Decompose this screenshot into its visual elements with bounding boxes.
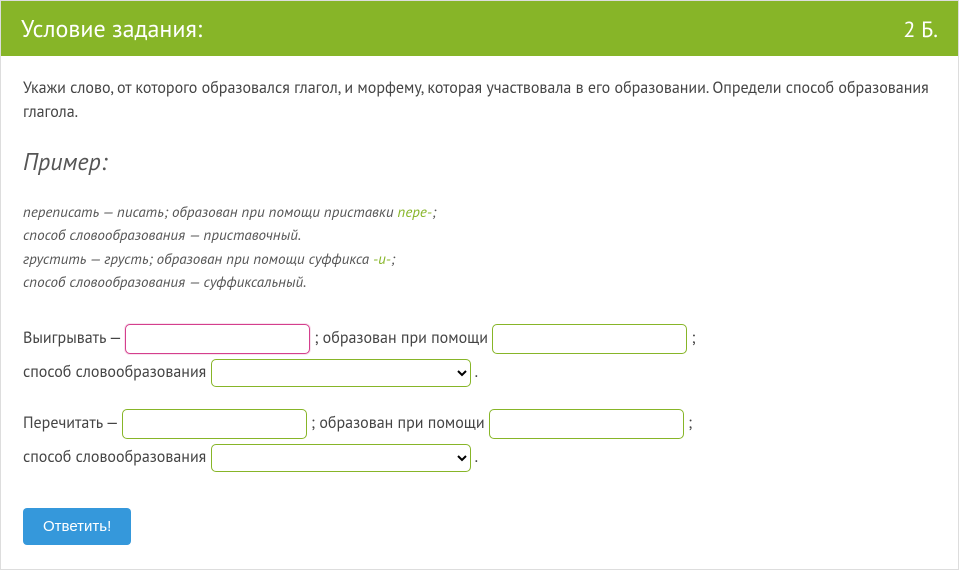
example-text: ; [432, 203, 436, 222]
submit-button[interactable]: Ответить! [23, 508, 131, 545]
example-line: способ словообразования — приставочный. [23, 224, 936, 247]
example-highlight: -и- [373, 250, 391, 269]
method-label: способ словообразования [23, 447, 211, 467]
example-text: ; [391, 250, 395, 269]
example-line: грустить — грусть; образован при помощи … [23, 248, 936, 271]
morpheme-input[interactable] [489, 409, 684, 439]
question-word: Перечитать [23, 413, 103, 433]
base-word-input[interactable] [122, 409, 307, 439]
example-text: переписать — писать; образован при помощ… [23, 203, 398, 222]
example-line: переписать — писать; образован при помощ… [23, 201, 936, 224]
mid-text: ; образован при помощи [314, 328, 492, 348]
question-row: Перечитать — ; образован при помощи ; сп… [23, 407, 936, 474]
task-description: Укажи слово, от которого образовался гла… [23, 76, 936, 124]
method-label: способ словообразования [23, 362, 211, 382]
dash: — [103, 413, 122, 433]
example-text: грустить — грусть; образован при помощи … [23, 250, 373, 269]
period: . [475, 447, 478, 467]
question-word: Выигрывать [23, 328, 106, 348]
question-2: Перечитать — ; образован при помощи ; сп… [23, 407, 936, 474]
task-header: Условие задания: 2 Б. [1, 1, 958, 56]
dash: — [106, 328, 125, 348]
question-row: Выигрывать — ; образован при помощи ; сп… [23, 322, 936, 389]
mid-text: ; образован при помощи [311, 413, 489, 433]
example-highlight: пере- [398, 203, 432, 222]
end-text: ; [688, 413, 692, 433]
header-title: Условие задания: [21, 13, 202, 44]
question-1: Выигрывать — ; образован при помощи ; сп… [23, 322, 936, 389]
method-select[interactable] [211, 444, 471, 472]
method-select[interactable] [211, 359, 471, 387]
task-card: Условие задания: 2 Б. Укажи слово, от ко… [0, 0, 959, 570]
example-block: переписать — писать; образован при помощ… [23, 201, 936, 294]
task-body: Укажи слово, от которого образовался гла… [1, 56, 958, 569]
morpheme-input[interactable] [492, 324, 687, 354]
end-text: ; [691, 328, 695, 348]
period: . [475, 362, 478, 382]
example-heading: Пример: [23, 146, 936, 177]
base-word-input[interactable] [125, 324, 310, 354]
example-line: способ словообразования — суффиксальный. [23, 271, 936, 294]
header-points: 2 Б. [903, 16, 938, 44]
